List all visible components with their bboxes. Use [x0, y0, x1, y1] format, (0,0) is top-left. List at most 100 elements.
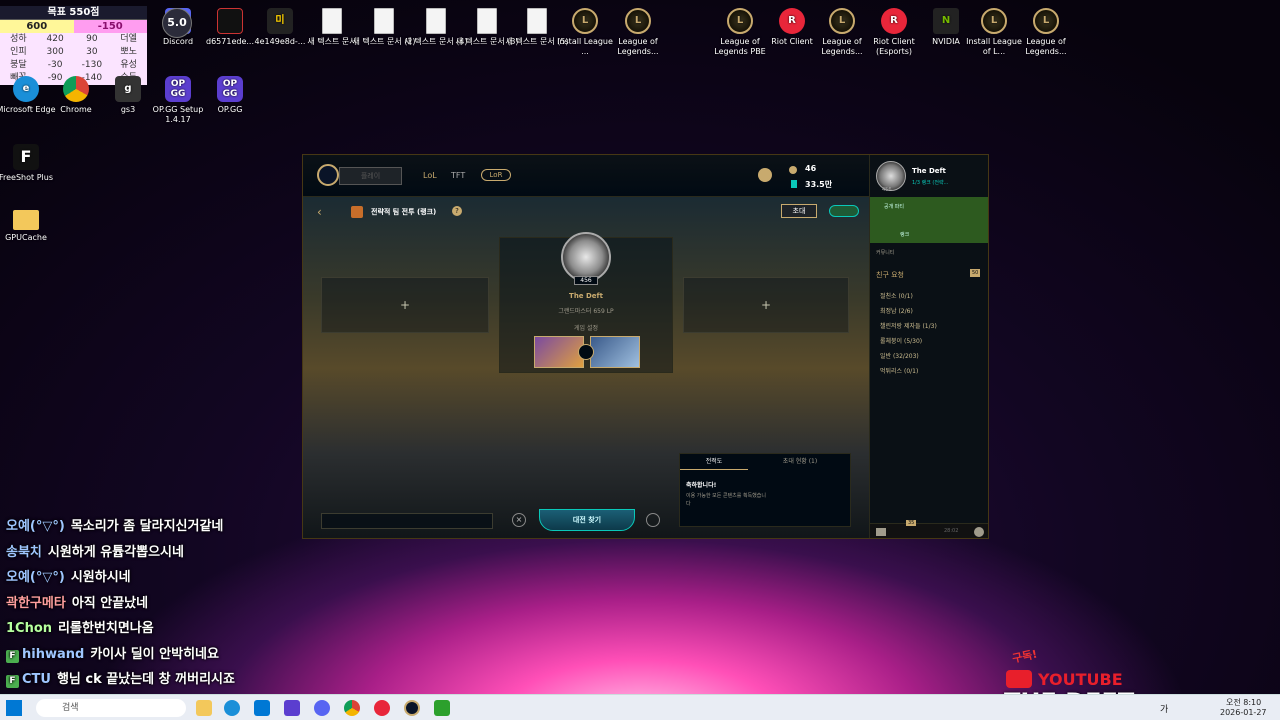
invite-button[interactable]: 초대	[781, 204, 817, 218]
tab-invites[interactable]: 초대 현황 (1)	[750, 454, 850, 470]
chat-input[interactable]	[321, 513, 493, 529]
desktop-icon-label: League of Legends...	[617, 37, 659, 56]
community-label: 커뮤니티	[876, 250, 895, 256]
tab-history[interactable]: 전적도	[680, 454, 748, 470]
clock-date[interactable]: 2026-01-27	[1220, 708, 1267, 717]
nav-lol-tab[interactable]: LoL	[423, 171, 437, 180]
arena-portrait[interactable]	[590, 336, 640, 368]
lol-icon: L	[829, 8, 855, 34]
store-icon[interactable]	[758, 168, 772, 182]
search-box[interactable]: 검색	[36, 699, 186, 717]
tft-icon	[351, 206, 363, 218]
profile-level: 456	[882, 187, 892, 193]
player-rank: 그랜드마스터 659 LP	[558, 308, 614, 315]
gs3-icon: g	[115, 76, 141, 102]
friend-group[interactable]: 일반 (32/203)	[880, 351, 919, 360]
chat-username: hihwand	[22, 646, 85, 662]
chat-message: Fhihwand 카이사 딜이 안박히네요	[6, 643, 219, 663]
desktop-icon-label: League of Legends...	[1025, 37, 1067, 56]
party-slot-left[interactable]: +	[321, 277, 489, 333]
settings-circle-icon[interactable]	[646, 513, 660, 527]
edge-icon[interactable]	[224, 700, 240, 716]
mail-icon[interactable]	[254, 700, 270, 716]
friend-group[interactable]: 절친소 (0/1)	[880, 291, 913, 300]
chat-text: 행님 ck 끝났는데 창 꺼버리시죠	[56, 672, 235, 687]
riot-taskbar-icon[interactable]	[374, 700, 390, 716]
img-icon: 미	[267, 8, 293, 34]
desktop-icon-lol[interactable]: L League of Legends...	[1014, 8, 1078, 57]
clock-time[interactable]: 오전 8:10	[1226, 697, 1261, 708]
game-settings-label: 게임 설정	[574, 325, 598, 332]
score-row: 인피 300 30 뽀노	[0, 46, 147, 59]
settings-gear-icon[interactable]	[974, 527, 984, 537]
opgg-taskbar-icon[interactable]	[284, 700, 300, 716]
chat-text: 아직 안끝났네	[71, 595, 149, 611]
lol-icon: L	[1033, 8, 1059, 34]
friend-group[interactable]: 최정남 (2/6)	[880, 306, 913, 315]
party-slot-right[interactable]: +	[683, 277, 849, 333]
score-cell: 인피	[10, 47, 27, 57]
player-emblem-icon	[561, 232, 611, 282]
desktop-icon-folder[interactable]: GPUCache	[0, 210, 58, 243]
rating-badge: 5.0	[162, 8, 192, 38]
chat-message: 송북치 시원하게 유튭각뽑으시네	[6, 541, 184, 560]
rp-icon	[789, 166, 797, 174]
close-circle-icon[interactable]: ×	[512, 513, 526, 527]
friend-group[interactable]: 롤체붕이 (5/30)	[880, 336, 922, 345]
doc-icon	[477, 8, 497, 34]
lol-taskbar-icon[interactable]	[404, 700, 420, 716]
party-label: 공개 파티	[884, 204, 904, 210]
doc-icon	[374, 8, 394, 34]
freeshot-taskbar-icon[interactable]	[434, 700, 450, 716]
score-cell: 90	[86, 34, 98, 44]
chat-text: 리롤한번치면나옴	[58, 621, 154, 636]
add-member-icon[interactable]: +	[400, 298, 410, 312]
desktop-icon-opgg[interactable]: OP GG OP.GG	[198, 76, 262, 115]
chat-text: 시원하시네	[70, 570, 131, 585]
find-match-button[interactable]: 대전 찾기	[539, 509, 635, 531]
start-button[interactable]	[6, 700, 22, 716]
social-footer: 35 28:02	[870, 520, 988, 538]
nav-tft-tab[interactable]: TFT	[451, 171, 465, 180]
chat-message: 오예(°▽°) 목소리가 좀 달라지신거같네	[6, 515, 223, 534]
desktop-icon-fs[interactable]: F FreeShot Plus	[0, 144, 58, 183]
friend-group[interactable]: 먹튀리스 (0/1)	[880, 366, 918, 375]
little-legend-portrait[interactable]	[534, 336, 584, 368]
client-topbar: 플레이 LoL TFT LoR 46 33.5만	[303, 155, 869, 197]
clock-text: 28:02	[944, 528, 959, 534]
nav-lor-tab[interactable]: LoR	[481, 169, 511, 181]
ime-language[interactable]: 가	[1160, 702, 1168, 715]
fan-badge-icon: F	[6, 675, 19, 688]
play-button[interactable]: 플레이	[339, 167, 402, 185]
be-amount: 33.5만	[805, 180, 833, 189]
add-member-icon[interactable]: +	[761, 298, 771, 312]
desktop-icon-lol[interactable]: L League of Legends...	[606, 8, 670, 57]
doc-icon	[322, 8, 342, 34]
notice-title: 축하합니다!	[686, 482, 717, 489]
file-explorer-icon[interactable]	[196, 700, 212, 716]
help-icon[interactable]: ?	[452, 206, 462, 216]
league-client-window[interactable]: 플레이 LoL TFT LoR 46 33.5만 ‹ 전략적 팀 전투 (랭크)…	[302, 154, 989, 539]
desktop-icon-label: GPUCache	[5, 233, 47, 242]
chat-icon[interactable]	[876, 528, 886, 536]
party-toggle[interactable]	[829, 205, 859, 217]
friend-group[interactable]: 챌린저랑 제자들 (1/3)	[880, 321, 937, 330]
folder-icon	[13, 210, 39, 230]
riot-icon: R	[881, 8, 907, 34]
be-icon	[791, 180, 797, 188]
party-panel: 공개 파티 랭크	[870, 197, 988, 243]
score-cell: 더엘	[120, 34, 137, 44]
chrome-taskbar-icon[interactable]	[344, 700, 360, 716]
discord-taskbar-icon[interactable]	[314, 700, 330, 716]
chat-username: 송북치	[6, 544, 42, 560]
lol-icon: L	[572, 8, 598, 34]
score-row: 붕달 -30 -130 유성	[0, 59, 147, 72]
player-level: 456	[574, 276, 598, 285]
chat-username: 오예(°▽°)	[6, 519, 65, 534]
swap-icon[interactable]	[578, 344, 594, 360]
friend-requests-label[interactable]: 친구 요청	[876, 270, 904, 280]
back-arrow-icon[interactable]: ‹	[317, 205, 322, 219]
nv-icon: N	[933, 8, 959, 34]
profile-name: The Deft	[912, 167, 946, 175]
chat-username: CTU	[22, 672, 51, 687]
